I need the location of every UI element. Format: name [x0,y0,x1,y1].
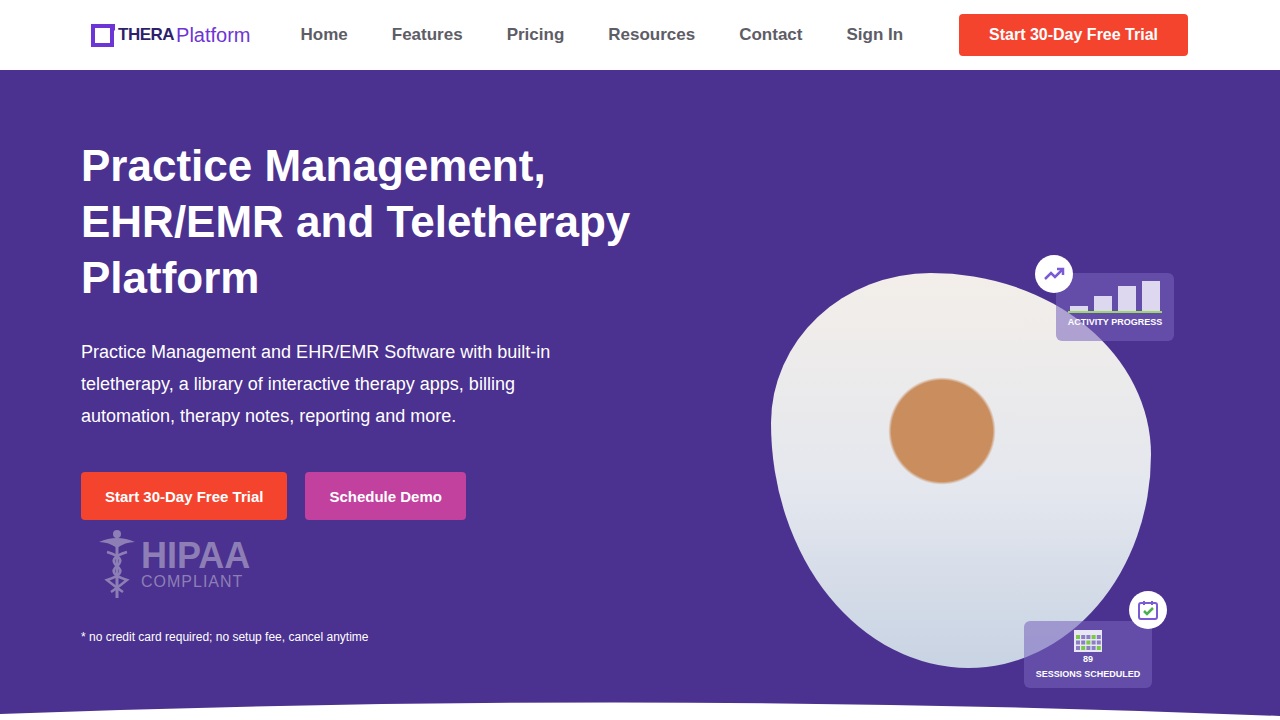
trend-icon [1042,262,1066,286]
nav-item[interactable]: Sign In [846,25,903,45]
header: THERAPlatform Home Features Pricing Resource… [0,0,1280,70]
nav-item[interactable]: Contact [739,25,802,45]
logo-text: Platform [176,24,250,47]
activity-card: ACTIVITY PROGRESS [1056,273,1174,341]
logo[interactable]: THERAPlatform [90,22,251,48]
sessions-count: 89 [1083,654,1093,664]
calendar-check-icon [1136,598,1160,622]
nav-item[interactable]: Pricing [507,25,565,45]
nav: Home Features Pricing Resources Contact Sign … [301,25,960,45]
activity-chart [1068,281,1162,313]
trial-button[interactable]: Start 30-Day Free Trial [959,14,1188,56]
page: THERAPlatform Home Features Pricing Resource… [0,0,1280,720]
check-bubble [1129,591,1167,629]
badge-subtitle: COMPLIANT [141,574,250,590]
sessions-label: SESSIONS SCHEDULED [1036,669,1141,679]
nav-item[interactable]: Features [392,25,463,45]
hero-content: Practice Management, EHR/EMR and Telethe… [81,138,681,720]
hero: Practice Management, EHR/EMR and Telethe… [0,70,1280,720]
activity-bar [1118,286,1136,311]
hipaa-badge: HIPAACOMPLIANT [97,528,681,600]
caduceus-icon [97,528,137,600]
hero-visual: ACTIVITY PROGRESS 89 SESSIONS SCHEDULED [681,138,1280,720]
logo-square-icon [90,22,116,48]
hero-title: Practice Management, EHR/EMR and Telethe… [81,138,671,306]
activity-bar [1094,296,1112,311]
nav-item[interactable]: Home [301,25,348,45]
badge-title: HIPAA [141,538,250,574]
hero-buttons: Start 30-Day Free Trial Schedule Demo [81,472,681,520]
visual-stack: ACTIVITY PROGRESS89SESSIONS SCHEDULED [771,273,1171,673]
trend-bubble [1035,255,1073,293]
trial-button[interactable]: Start 30-Day Free Trial [81,472,287,520]
calendar-icon [1073,629,1103,653]
hero-description: Practice Management and EHR/EMR Software… [81,336,601,432]
bottom-wave [0,694,1280,720]
logo-text: THERA [118,25,174,45]
sessions-card: 89 SESSIONS SCHEDULED [1024,621,1152,688]
activity-label: ACTIVITY PROGRESS [1068,317,1162,327]
badge-text: HIPAACOMPLIANT [141,538,250,590]
activity-bar [1070,306,1088,311]
demo-button[interactable]: Schedule Demo [305,472,466,520]
activity-bar [1142,281,1160,311]
trial-note: * no credit card required; no setup fee,… [81,630,681,644]
nav-item[interactable]: Resources [608,25,695,45]
